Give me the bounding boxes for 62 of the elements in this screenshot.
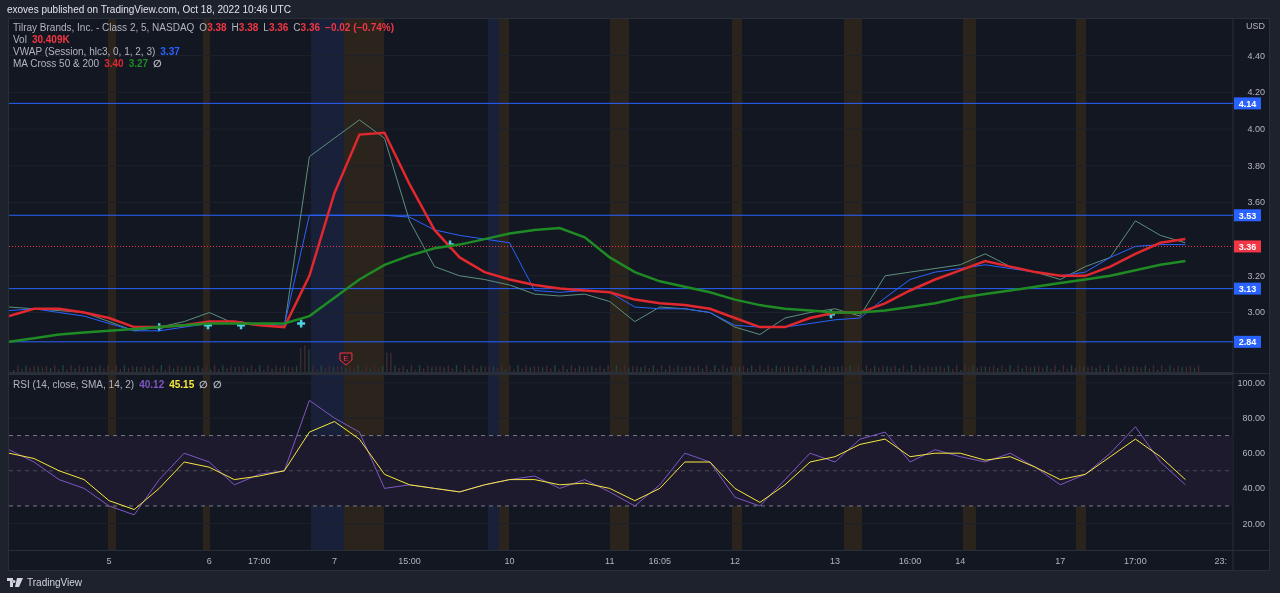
price-tick: 3.20 [1247,270,1265,281]
cross-marker-icon [825,309,837,320]
price-tag: 3.13 [1234,282,1261,295]
rsi-tick: 40.00 [1242,483,1265,494]
price-tick: 3.00 [1247,307,1265,318]
legend-value: 3.36 [268,22,289,33]
time-tick: 14 [955,556,966,566]
axis-unit: USD [1246,21,1265,31]
legend-value: ∅ [199,379,209,390]
legend-value: −0.02 (−0.74%) [325,22,394,33]
price-tag: 4.14 [1234,97,1261,110]
legend-value: 45.15 [169,379,195,390]
time-tick: 11 [605,556,615,566]
legend-value: 3.36 [300,22,321,33]
legend-value: 30.409K [31,34,70,45]
rsi-tick: 80.00 [1242,413,1265,423]
time-tick: 17:00 [248,556,271,566]
price-tick: 3.60 [1247,197,1265,208]
time-tick: 10 [504,556,515,566]
time-tick: 16:05 [648,556,672,566]
legend-label: Tilray Brands, Inc. - Class 2, 5, NASDAQ [13,22,195,33]
price-tag: 3.36 [1234,240,1261,253]
time-tick: 23: [1214,556,1227,566]
time-tick: 7 [331,556,337,566]
price-tick: 4.40 [1247,50,1265,61]
time-tick: 6 [206,556,212,566]
legend-value: 3.27 [128,58,149,69]
legend-value: 3.37 [160,46,180,57]
rsi-tick: 60.00 [1242,448,1265,459]
earnings-flag: E [339,352,353,366]
time-tick: 5 [106,556,112,566]
legend-value: 3.38 [238,22,259,33]
legend-value: 3.40 [104,58,124,69]
legend-value: 3.38 [207,22,227,33]
legend-value: ∅ [153,58,163,69]
legend-label: H [231,22,239,33]
legend-label: L [263,22,269,33]
legend-label: MA Cross 50 & 200 [13,58,100,69]
price-tick: 4.00 [1247,124,1265,135]
legend-label: Vol [13,34,27,45]
price-tick: 3.80 [1247,160,1265,171]
price-tag: 2.84 [1234,335,1261,348]
time-tick: 16:00 [898,556,922,566]
time-tick: 15:00 [398,556,421,566]
time-tick: 17:00 [1124,556,1147,566]
legend-label: C [293,22,301,33]
time-tick: 13 [830,556,840,566]
publish-info: exoves published on TradingView.com, Oct 18, 2022 10:46 UTC [7,3,291,15]
rsi-tick: 100.00 [1237,377,1265,388]
price-tag: 3.53 [1234,209,1261,222]
cross-marker-icon [295,318,307,329]
legend-value: 40.12 [139,379,165,390]
price-tick: 4.20 [1247,87,1265,98]
time-tick: 17 [1055,556,1066,566]
legend-label: VWAP (Session, hlc3, 0, 1, 2, 3) [13,46,156,57]
rsi-tick: 20.00 [1242,518,1265,529]
legend-label: O [199,22,208,33]
legend-label: RSI (14, close, SMA, 14, 2) [13,379,135,390]
legend-value: ∅ [213,379,223,390]
time-tick: 12 [729,556,740,566]
logo-icon [7,578,23,587]
brand-name: TradingView [27,577,83,588]
